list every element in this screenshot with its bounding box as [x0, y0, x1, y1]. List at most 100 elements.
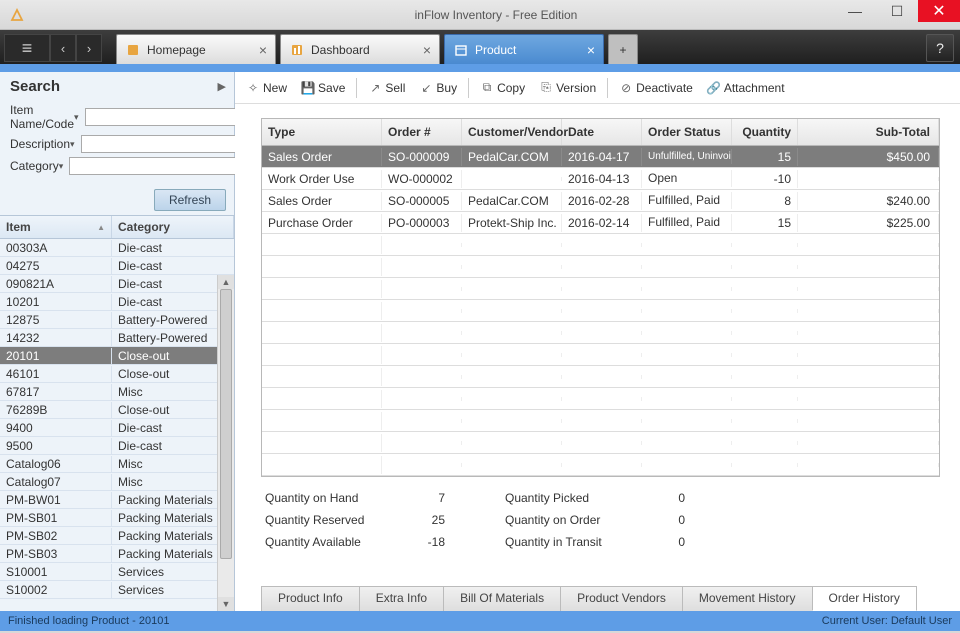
nav-back-button[interactable]: ‹	[50, 34, 76, 62]
item-code: 04275	[0, 258, 112, 274]
list-item[interactable]: 12875Battery-Powered	[0, 311, 234, 329]
table-row-empty: .	[262, 278, 939, 300]
tab-dashboard[interactable]: Dashboard ×	[280, 34, 440, 64]
item-category: Close-out	[112, 348, 234, 364]
detail-tabs: Product InfoExtra InfoBill Of MaterialsP…	[261, 586, 940, 611]
tab-close-icon[interactable]: ×	[587, 42, 595, 58]
tab-label: Product	[475, 43, 587, 57]
item-code: S10002	[0, 582, 112, 598]
tab-bill-of-materials[interactable]: Bill Of Materials	[443, 586, 561, 611]
col-status[interactable]: Order Status	[642, 119, 732, 145]
list-item[interactable]: 14232Battery-Powered	[0, 329, 234, 347]
menu-button[interactable]: ≡	[4, 34, 50, 62]
col-quantity[interactable]: Quantity	[732, 119, 798, 145]
list-item[interactable]: PM-SB03Packing Materials	[0, 545, 234, 563]
item-list[interactable]: 00303ADie-cast04275Die-cast090821ADie-ca…	[0, 239, 234, 611]
table-row[interactable]: Sales OrderSO-000009PedalCar.COM2016-04-…	[262, 146, 939, 168]
tab-strip: ≡ ‹ › Homepage × Dashboard × Product × +…	[0, 30, 960, 64]
attachment-button[interactable]: 🔗Attachment	[702, 79, 790, 97]
item-category: Close-out	[112, 366, 234, 382]
tab-product-info[interactable]: Product Info	[261, 586, 360, 611]
table-row[interactable]: Purchase OrderPO-000003Protekt-Ship Inc.…	[262, 212, 939, 234]
save-button[interactable]: 💾Save	[296, 79, 350, 97]
list-item[interactable]: 76289BClose-out	[0, 401, 234, 419]
scroll-thumb[interactable]	[220, 289, 232, 559]
tab-product[interactable]: Product ×	[444, 34, 604, 64]
accent-bar	[0, 64, 960, 72]
qres-value: 25	[395, 513, 445, 527]
copy-button[interactable]: ⧉Copy	[475, 79, 530, 97]
tab-close-icon[interactable]: ×	[423, 42, 431, 58]
minimize-button[interactable]: —	[834, 0, 876, 22]
sort-asc-icon: ▲	[97, 223, 105, 232]
list-item[interactable]: 9500Die-cast	[0, 437, 234, 455]
col-subtotal[interactable]: Sub-Total	[798, 119, 939, 145]
table-row-empty: .	[262, 388, 939, 410]
list-item[interactable]: 00303ADie-cast	[0, 239, 234, 257]
list-item[interactable]: 10201Die-cast	[0, 293, 234, 311]
col-order[interactable]: Order #	[382, 119, 462, 145]
list-item[interactable]: Catalog07Misc	[0, 473, 234, 491]
list-item[interactable]: 04275Die-cast	[0, 257, 234, 275]
description-label: Description	[10, 137, 70, 151]
qoo-label: Quantity on Order	[505, 513, 635, 527]
tab-homepage[interactable]: Homepage ×	[116, 34, 276, 64]
item-code: 9500	[0, 438, 112, 454]
help-button[interactable]: ?	[926, 34, 954, 62]
table-row[interactable]: Work Order UseWO-0000022016-04-13Open-10	[262, 168, 939, 190]
buy-icon: ↙	[419, 81, 433, 95]
list-item[interactable]: 20101Close-out	[0, 347, 234, 365]
qres-label: Quantity Reserved	[265, 513, 395, 527]
nav-forward-button[interactable]: ›	[76, 34, 102, 62]
col-category-header[interactable]: Category	[112, 216, 234, 238]
sell-button[interactable]: ↗Sell	[363, 79, 410, 97]
dropdown-icon[interactable]: ▾	[70, 139, 75, 150]
item-category: Die-cast	[112, 276, 234, 292]
list-item[interactable]: 090821ADie-cast	[0, 275, 234, 293]
tab-product-vendors[interactable]: Product Vendors	[560, 586, 683, 611]
col-item-header[interactable]: Item▲	[0, 216, 112, 238]
col-date[interactable]: Date	[562, 119, 642, 145]
item-list-header: Item▲ Category	[0, 215, 234, 239]
category-input[interactable]	[69, 157, 253, 175]
tab-add-button[interactable]: +	[608, 34, 638, 64]
grid-body: Sales OrderSO-000009PedalCar.COM2016-04-…	[262, 146, 939, 476]
refresh-button[interactable]: Refresh	[154, 189, 226, 211]
search-sidebar: Search ▶ Item Name/Code ▾ Description ▾ …	[0, 72, 235, 611]
scrollbar[interactable]: ▲ ▼	[217, 275, 234, 611]
list-item[interactable]: PM-SB01Packing Materials	[0, 509, 234, 527]
col-customer[interactable]: Customer/Vendor	[462, 119, 562, 145]
maximize-button[interactable]: ☐	[876, 0, 918, 22]
deactivate-button[interactable]: ⊘Deactivate	[614, 79, 698, 97]
list-item[interactable]: 67817Misc	[0, 383, 234, 401]
item-code: 090821A	[0, 276, 112, 292]
item-code: 20101	[0, 348, 112, 364]
list-item[interactable]: Catalog06Misc	[0, 455, 234, 473]
table-row[interactable]: Sales OrderSO-000005PedalCar.COM2016-02-…	[262, 190, 939, 212]
col-type[interactable]: Type	[262, 119, 382, 145]
tab-extra-info[interactable]: Extra Info	[359, 586, 444, 611]
tab-close-icon[interactable]: ×	[259, 42, 267, 58]
version-button[interactable]: ⎘Version	[534, 79, 601, 97]
table-row-empty: .	[262, 454, 939, 476]
collapse-icon[interactable]: ▶	[218, 80, 226, 93]
list-item[interactable]: S10001Services	[0, 563, 234, 581]
new-button[interactable]: ✧New	[241, 79, 292, 97]
list-item[interactable]: 46101Close-out	[0, 365, 234, 383]
list-item[interactable]: 9400Die-cast	[0, 419, 234, 437]
scroll-down-icon[interactable]: ▼	[218, 597, 234, 611]
item-code: Catalog06	[0, 456, 112, 472]
list-item[interactable]: PM-SB02Packing Materials	[0, 527, 234, 545]
tab-order-history[interactable]: Order History	[812, 586, 917, 611]
list-item[interactable]: PM-BW01Packing Materials	[0, 491, 234, 509]
list-item[interactable]: S10002Services	[0, 581, 234, 599]
item-category: Die-cast	[112, 438, 234, 454]
buy-button[interactable]: ↙Buy	[414, 79, 462, 97]
scroll-up-icon[interactable]: ▲	[218, 275, 234, 289]
dropdown-icon[interactable]: ▾	[59, 161, 64, 172]
close-button[interactable]: ✕	[918, 0, 960, 22]
item-code: 14232	[0, 330, 112, 346]
tab-movement-history[interactable]: Movement History	[682, 586, 813, 611]
dropdown-icon[interactable]: ▾	[74, 112, 79, 123]
separator	[356, 78, 357, 98]
